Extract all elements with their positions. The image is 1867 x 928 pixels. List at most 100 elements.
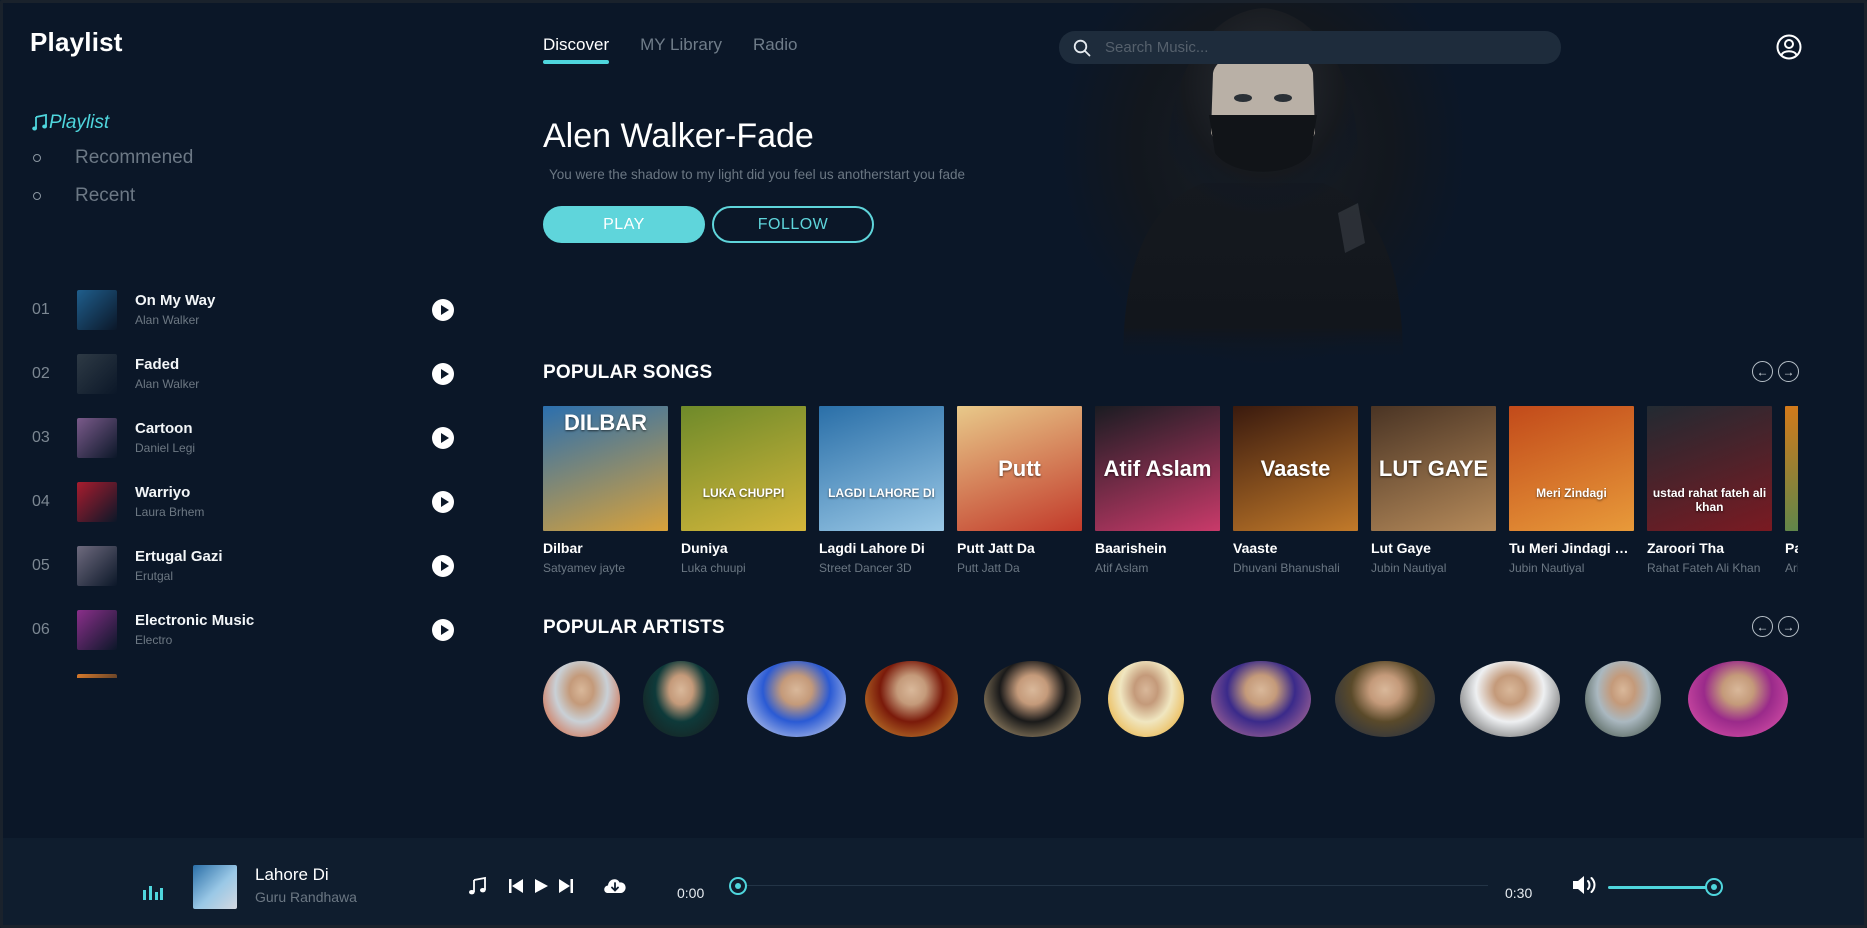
play-button[interactable]: PLAY [543,206,705,243]
track-play-icon[interactable] [432,555,454,577]
artist-avatar[interactable] [865,661,958,737]
song-title: Lagdi Lahore Di [819,540,925,556]
prev-arrow-icon[interactable]: ← [1752,616,1773,637]
artist-avatar[interactable] [543,661,620,737]
artist-avatar[interactable] [1108,661,1184,737]
song-cover: ustad rahat fateh ali khan [1647,406,1772,531]
artist-avatar[interactable] [643,661,719,737]
next-arrow-icon[interactable]: → [1778,361,1799,382]
tab-discover[interactable]: Discover [543,35,610,64]
next-track-icon[interactable] [558,878,574,894]
song-card[interactable]: LUKA CHUPPI Duniya Luka chuupi [681,406,806,576]
track-title: Ertugal Gazi [135,548,223,565]
song-card[interactable]: PAL Pal Arijit Singh [1785,406,1798,576]
track-cover [77,418,117,458]
equalizer-icon [143,886,163,900]
current-time: 0:00 [677,885,705,901]
song-title: Tu Meri Jindagi hai [1509,540,1634,556]
hero-subtitle: You were the shadow to my light did you … [549,167,966,182]
song-card[interactable]: DILBAR Dilbar Satyamev jayte [543,406,668,576]
artist-avatar[interactable] [1688,661,1788,737]
popular-songs-title: POPULAR SONGS [543,362,713,383]
track-play-icon[interactable] [432,299,454,321]
prev-arrow-icon[interactable]: ← [1752,361,1773,382]
tab-radio[interactable]: Radio [753,35,797,62]
song-card[interactable]: Vaaste Vaaste Dhuvani Bhanushali [1233,406,1358,576]
track-list: 01 On My Way Alan Walker 02 Faded Alan Walker… [32,278,462,678]
volume-icon[interactable] [1571,873,1599,897]
tab-my-library[interactable]: MY Library [640,35,722,62]
artist-avatar[interactable] [747,661,846,737]
track-artist: Electro [135,633,173,647]
track-title: Cartoon [135,420,193,437]
song-title: Duniya [681,540,728,556]
song-card[interactable]: Atif Aslam Baarishein Atif Aslam [1095,406,1220,576]
song-card[interactable]: ustad rahat fateh ali khan Zaroori Tha Rah… [1647,406,1772,576]
track-play-icon[interactable] [432,491,454,513]
progress-knob[interactable] [729,877,747,895]
sidebar-item-playlist[interactable]: Playlist [32,111,193,135]
track-row[interactable]: 05 Ertugal Gazi Erutgal [32,534,462,598]
artist-avatar[interactable] [984,661,1081,737]
track-row[interactable]: 03 Cartoon Daniel Legi [32,406,462,470]
sidebar-item-recommended[interactable]: Recommened [32,139,193,177]
song-cover-text: Meri Zindagi [1536,486,1607,500]
song-artist: Jubin Nautiyal [1509,561,1585,575]
now-playing-cover [193,865,237,909]
previous-track-icon[interactable] [508,878,524,894]
search-bar[interactable] [1059,31,1561,64]
song-artist: Street Dancer 3D [819,561,912,575]
track-row[interactable]: 06 Electronic Music Electro [32,598,462,662]
song-title: Baarishein [1095,540,1167,556]
song-cover: LUT GAYE [1371,406,1496,531]
track-title: On My Way [135,292,216,309]
song-title: Putt Jatt Da [957,540,1035,556]
track-number: 06 [32,621,50,638]
track-play-icon[interactable] [432,363,454,385]
song-card[interactable]: Meri Zindagi Tu Meri Jindagi hai Jubin Nau… [1509,406,1634,576]
song-cover-text: LUT GAYE [1378,456,1489,481]
next-arrow-icon[interactable]: → [1778,616,1799,637]
music-note-icon[interactable] [468,876,488,896]
song-card[interactable]: LAGDI LAHORE DI Lagdi Lahore Di Street Dan… [819,406,944,576]
user-account-icon[interactable] [1776,34,1802,60]
bullet-icon [33,192,41,200]
sidebar-item-recent[interactable]: Recent [32,177,193,215]
song-cover: DILBAR [543,406,668,531]
track-row[interactable]: 07Tamasha [32,662,462,678]
track-play-icon[interactable] [432,619,454,641]
song-card[interactable]: Putt Putt Jatt Da Putt Jatt Da [957,406,1082,576]
download-cloud-icon[interactable] [602,875,628,897]
track-title: Warriyo [135,484,191,501]
track-cover [77,610,117,650]
follow-button[interactable]: FOLLOW [712,206,874,243]
song-artist: Atif Aslam [1095,561,1149,575]
sidebar: Playlist Playlist Recommened Recent 01 O… [3,3,473,838]
track-artist: Alan Walker [135,313,200,327]
progress-slider[interactable] [729,877,1488,895]
artist-avatar[interactable] [1460,661,1560,737]
popular-artists-title: POPULAR ARTISTS [543,617,725,638]
artist-avatar[interactable] [1585,661,1661,737]
volume-slider[interactable] [1608,878,1733,896]
song-cover: Vaaste [1233,406,1358,531]
track-row[interactable]: 04 Warriyo Laura Brhem [32,470,462,534]
track-meta: Ertugal Gazi Erutgal [135,548,462,584]
track-number: 03 [32,429,50,446]
song-card[interactable]: LUT GAYE Lut Gaye Jubin Nautiyal [1371,406,1496,576]
play-icon[interactable] [533,878,549,894]
song-title: Vaaste [1233,540,1278,556]
now-playing-artist: Guru Randhawa [255,889,357,905]
song-artist: Arijit Singh [1785,561,1798,575]
track-play-icon[interactable] [432,427,454,449]
search-input[interactable] [1105,39,1561,56]
track-title: Faded [135,356,180,373]
song-cover-text: Putt [998,456,1041,481]
track-meta: Electronic Music Electro [135,612,462,648]
song-title: Dilbar [543,540,583,556]
track-row[interactable]: 02 Faded Alan Walker [32,342,462,406]
artist-avatar[interactable] [1211,661,1311,737]
track-row[interactable]: 01 On My Way Alan Walker [32,278,462,342]
artist-avatar[interactable] [1335,661,1435,737]
popular-artists-carousel [543,661,1793,737]
